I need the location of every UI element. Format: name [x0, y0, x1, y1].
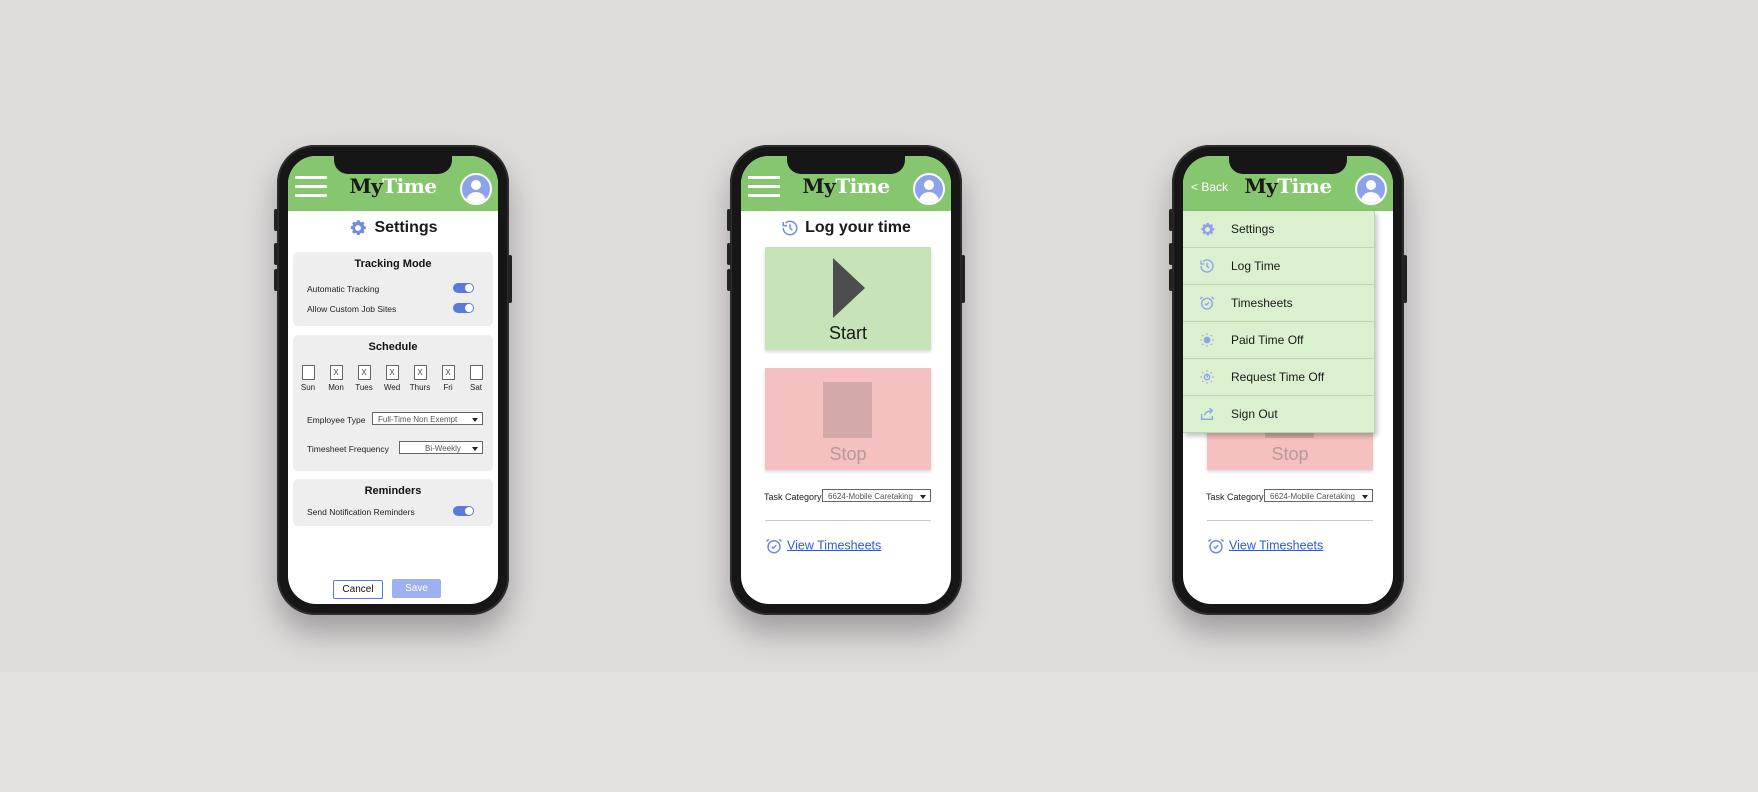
phone-settings: MyTime Settings Tracking Mode Automatic … [274, 145, 512, 615]
timesheet-frequency-label: Timesheet Frequency [307, 444, 389, 454]
chevron-down-icon [472, 418, 478, 422]
menu-item-sign-out[interactable]: Sign Out [1183, 396, 1375, 433]
alarm-check-icon [765, 538, 783, 554]
automatic-tracking-label: Automatic Tracking [307, 284, 380, 294]
day-checkbox[interactable]: X [413, 365, 427, 380]
settings-screen: MyTime Settings Tracking Mode Automatic … [288, 156, 498, 604]
menu-item-label: Sign Out [1231, 407, 1278, 421]
phone-log-time: MyTime Log your time Start Stop Task Cat… [727, 145, 965, 615]
schedule-panel: Schedule Sun X Mon X Tues X Wed X Thurs X Fri… [293, 335, 493, 471]
view-timesheets-link[interactable]: View Timesheets [1229, 538, 1323, 552]
page-title: Settings [288, 218, 498, 238]
play-icon [833, 258, 865, 318]
navigation-menu: Settings Log Time Timesheets Paid Time O… [1183, 211, 1375, 433]
tracking-mode-panel: Tracking Mode Automatic Tracking Allow C… [293, 252, 493, 326]
menu-item-label: Timesheets [1231, 296, 1293, 310]
day-checkbox[interactable] [469, 365, 483, 380]
alarm-check-icon [1199, 296, 1215, 310]
phone-notch [787, 156, 905, 174]
page-title-text: Settings [374, 219, 438, 237]
view-timesheets-row: View Timesheets [765, 537, 881, 555]
chevron-down-icon [472, 447, 478, 451]
stop-label: Stop [1271, 444, 1309, 464]
menu-item-label: Request Time Off [1231, 370, 1325, 384]
task-category-label: Task Category [1206, 492, 1264, 502]
chevron-down-icon [920, 495, 926, 499]
share-icon [1201, 407, 1214, 420]
day-fri: X Fri [437, 365, 459, 392]
stop-button[interactable]: Stop [765, 368, 931, 470]
custom-job-sites-label: Allow Custom Job Sites [307, 304, 397, 314]
day-tues: X Tues [353, 365, 375, 392]
custom-job-sites-toggle[interactable] [453, 303, 474, 313]
save-button[interactable]: Save [392, 579, 441, 598]
notification-reminders-label: Send Notification Reminders [307, 507, 415, 517]
day-checkbox[interactable] [301, 365, 315, 380]
start-button[interactable]: Start [765, 247, 931, 350]
day-checkbox[interactable]: X [329, 365, 343, 380]
avatar[interactable] [1355, 173, 1387, 205]
employee-type-label: Employee Type [307, 415, 366, 425]
gear-icon [1201, 222, 1215, 236]
tracking-mode-title: Tracking Mode [354, 258, 432, 270]
day-wed: X Wed [381, 365, 403, 392]
task-category-label: Task Category [764, 492, 822, 502]
phone-menu-open: < Back MyTime Stop Task Category 6624-Mo… [1169, 145, 1407, 615]
task-category-select[interactable]: 6624-Mobile Caretaking [1264, 489, 1373, 502]
chevron-down-icon [1362, 495, 1368, 499]
employee-type-select[interactable]: Full-Time Non Exempt [372, 412, 483, 425]
day-sat: Sat [465, 365, 487, 392]
view-timesheets-link[interactable]: View Timesheets [787, 538, 881, 552]
background-floor [0, 672, 1758, 792]
day-checkbox[interactable]: X [385, 365, 399, 380]
automatic-tracking-toggle[interactable] [453, 283, 474, 293]
sun-question-icon [1200, 370, 1214, 384]
start-label: Start [828, 323, 867, 343]
page-title-text: Log your time [805, 219, 911, 237]
menu-item-timesheets[interactable]: Timesheets [1183, 285, 1375, 322]
avatar[interactable] [913, 173, 945, 205]
sun-icon [1200, 333, 1214, 347]
page-title: Log your time [741, 219, 951, 237]
task-category-select[interactable]: 6624-Mobile Caretaking [822, 489, 931, 502]
reminders-panel: Reminders Send Notification Reminders [293, 479, 493, 526]
stop-icon [823, 382, 872, 438]
menu-screen: < Back MyTime Stop Task Category 6624-Mo… [1183, 156, 1393, 604]
schedule-title: Schedule [368, 341, 418, 353]
menu-item-label: Settings [1231, 222, 1275, 236]
alarm-check-icon [1207, 538, 1225, 554]
menu-item-settings[interactable]: Settings [1183, 211, 1375, 248]
phone-notch [1229, 156, 1347, 174]
divider [765, 520, 931, 521]
phone-notch [334, 156, 452, 174]
history-icon [1200, 259, 1214, 273]
divider [1207, 520, 1373, 521]
log-time-screen: MyTime Log your time Start Stop Task Cat… [741, 156, 951, 604]
menu-item-paid-time-off[interactable]: Paid Time Off [1183, 322, 1375, 359]
reminders-title: Reminders [364, 485, 422, 497]
avatar[interactable] [460, 173, 492, 205]
notification-reminders-toggle[interactable] [453, 506, 474, 516]
menu-item-request-time-off[interactable]: Request Time Off [1183, 359, 1375, 396]
timesheet-frequency-select[interactable]: Bi-Weekly [399, 441, 483, 454]
view-timesheets-row: View Timesheets [1207, 537, 1323, 555]
history-icon [782, 220, 798, 236]
stop-label: Stop [829, 444, 867, 464]
menu-item-label: Log Time [1231, 259, 1281, 273]
day-sun: Sun [297, 365, 319, 392]
day-mon: X Mon [325, 365, 347, 392]
day-thurs: X Thurs [409, 365, 431, 392]
gear-icon [351, 220, 367, 235]
day-checkbox[interactable]: X [357, 365, 371, 380]
menu-item-label: Paid Time Off [1231, 333, 1304, 347]
day-checkbox[interactable]: X [441, 365, 455, 380]
cancel-button[interactable]: Cancel [333, 580, 383, 599]
menu-item-log-time[interactable]: Log Time [1183, 248, 1375, 285]
